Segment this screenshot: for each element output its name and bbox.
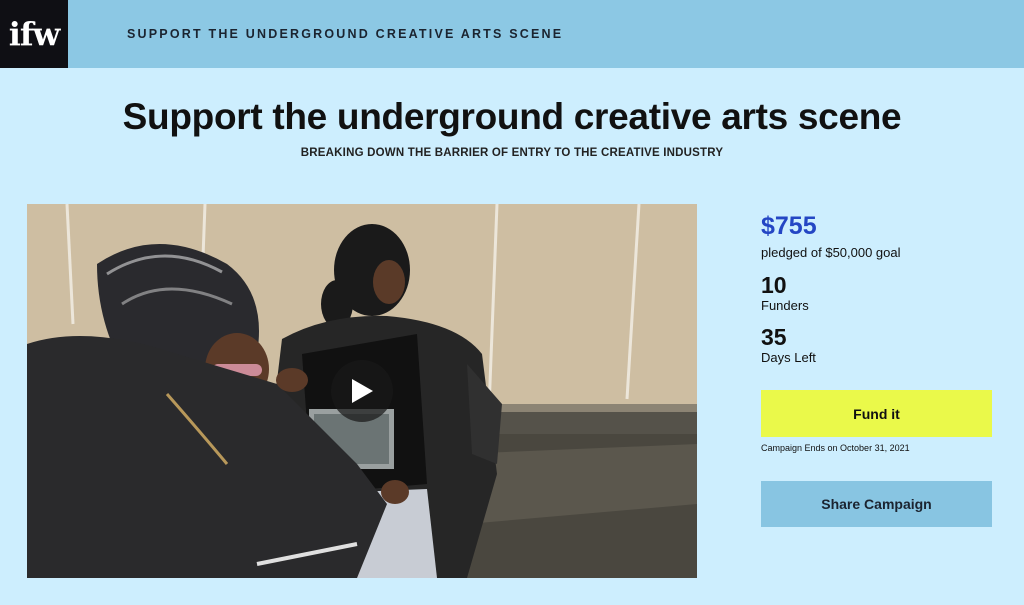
top-bar: ifw SUPPORT THE UNDERGROUND CREATIVE ART… [0, 0, 1024, 68]
campaign-title: Support the underground creative arts sc… [122, 96, 902, 137]
fund-it-button[interactable]: Fund it [761, 390, 992, 437]
days-left-label: Days Left [761, 350, 816, 365]
pledged-label: pledged of $50,000 goal [761, 245, 901, 260]
ifw-logo[interactable]: ifw [0, 0, 68, 68]
funders-count: 10 [761, 272, 787, 298]
funders-label: Funders [761, 298, 809, 313]
play-button[interactable] [331, 360, 393, 422]
days-left-count: 35 [761, 324, 787, 350]
play-icon [352, 379, 373, 403]
campaign-end-date: Campaign Ends on October 31, 2021 [761, 443, 910, 453]
share-campaign-button[interactable]: Share Campaign [761, 481, 992, 527]
header-title: SUPPORT THE UNDERGROUND CREATIVE ARTS SC… [127, 27, 564, 41]
campaign-subtitle: BREAKING DOWN THE BARRIER OF ENTRY TO TH… [300, 147, 724, 159]
pledged-amount: $755 [761, 212, 817, 240]
